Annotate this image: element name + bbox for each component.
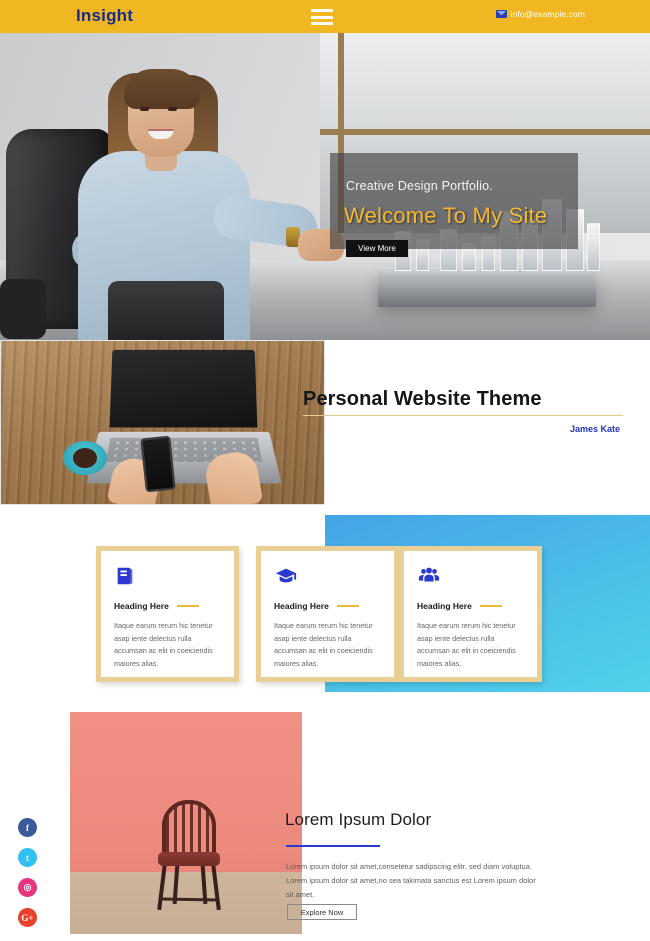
hamburger-icon[interactable] (311, 9, 333, 25)
chair-seat (158, 852, 220, 866)
woman-hair-top (124, 69, 200, 109)
laptop-screen (109, 349, 258, 428)
feature-card-body: Itaque earum rerum hic tenetur asap ient… (274, 621, 373, 668)
chair-leg (211, 863, 221, 911)
header-email[interactable]: info@example.com (495, 9, 585, 19)
coffee-cup (63, 441, 107, 475)
feature-card-heading-row: Heading Here (274, 601, 381, 611)
book-icon (114, 565, 221, 591)
facebook-icon[interactable]: f (18, 818, 37, 837)
explore-now-button[interactable]: Explore Now (287, 904, 357, 920)
users-group-icon (417, 565, 524, 591)
hamburger-bar (311, 15, 333, 19)
woman-eye-left (140, 107, 149, 111)
feature-card-heading: Heading Here (417, 601, 472, 611)
feature-card[interactable]: Heading Here Itaque earum rerum hic tene… (256, 546, 399, 682)
hero-text-overlay (330, 153, 578, 249)
woman-skirt (108, 281, 224, 340)
hamburger-bar (311, 22, 333, 25)
twitter-icon[interactable]: t (18, 848, 37, 867)
promo-title: Lorem Ipsum Dolor (285, 810, 432, 829)
feature-card-heading: Heading Here (274, 601, 329, 611)
feature-card[interactable]: Heading Here Itaque earum rerum hic tene… (399, 546, 542, 682)
social-links: f t ◎ G+ (18, 818, 37, 927)
view-more-button[interactable]: View More (346, 240, 408, 257)
hero-title: Welcome To My Site (344, 203, 548, 228)
city-model-base (378, 273, 596, 307)
about-title: Personal Website Theme (303, 388, 542, 410)
about-divider (303, 415, 623, 416)
about-section (0, 340, 650, 515)
feature-card[interactable]: Heading Here Itaque earum rerum hic tene… (96, 546, 239, 682)
site-header: Insight info@example.com (0, 0, 650, 33)
site-logo[interactable]: Insight (76, 6, 133, 26)
instagram-icon[interactable]: ◎ (18, 878, 37, 897)
promo-body: Lorem ipsum dolor sit amet,consetetur sa… (286, 862, 536, 899)
laptop-desk-image (0, 340, 325, 505)
google-plus-icon[interactable]: G+ (18, 908, 37, 927)
feature-card-heading: Heading Here (114, 601, 169, 611)
about-author: James Kate (570, 424, 621, 434)
model-tower (587, 223, 600, 271)
promo-divider (286, 845, 380, 847)
email-address: info@example.com (510, 9, 585, 19)
chair-leg (157, 863, 167, 911)
feature-card-body: Itaque earum rerum hic tenetur asap ient… (417, 621, 516, 668)
smartphone (140, 435, 176, 493)
heading-dash-icon (479, 605, 502, 607)
feature-card-heading-row: Heading Here (417, 601, 524, 611)
hero-subtitle: Creative Design Portfolio. (346, 179, 493, 193)
features-section: Heading Here Itaque earum rerum hic tene… (0, 515, 650, 705)
heading-dash-icon (176, 605, 199, 607)
chair-backrest (162, 800, 216, 858)
hero-section: Creative Design Portfolio. Welcome To My… (0, 33, 650, 340)
heading-dash-icon (336, 605, 359, 607)
chair-rung (161, 897, 219, 902)
hamburger-bar (311, 9, 333, 12)
feature-card-body: Itaque earum rerum hic tenetur asap ient… (114, 621, 213, 668)
pink-wall-chair-image (70, 712, 302, 934)
graduation-cap-icon (274, 565, 381, 591)
woman-eye-right (168, 107, 177, 111)
feature-card-heading-row: Heading Here (114, 601, 221, 611)
envelope-icon (495, 10, 507, 18)
